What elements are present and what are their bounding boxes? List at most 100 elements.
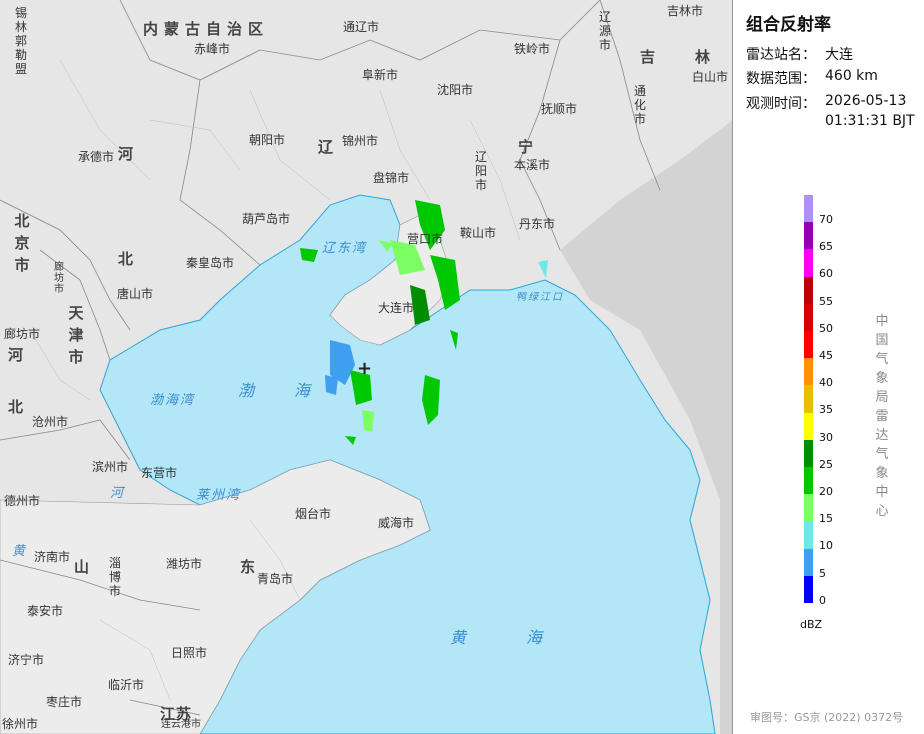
radar-map[interactable]: 内蒙古自治区 吉 林 辽 宁 河 北 北京市 天津市 河 北 山 东 江苏 锡林… — [0, 0, 733, 734]
sea-label: 黄海 — [450, 628, 603, 647]
legend-tick: 55 — [819, 294, 833, 308]
legend-tick: 15 — [819, 512, 833, 526]
legend-unit: dBZ — [800, 618, 823, 631]
river-label: 黄 — [12, 544, 28, 559]
map-credit: 审图号：GS京 (2022) 0372号 — [750, 711, 904, 724]
time-label: 观测时间： — [746, 96, 816, 112]
city-label: 潍坊市 — [166, 557, 203, 571]
product-title: 组合反射率 — [746, 15, 831, 35]
city-label: 锡林郭勒盟 — [14, 6, 27, 76]
city-label: 承德市 — [78, 150, 115, 164]
legend-tick: 35 — [819, 403, 833, 417]
city-label: 大连市 — [378, 301, 415, 315]
city-label: 枣庄市 — [46, 695, 83, 709]
city-label: 辽源市 — [598, 10, 611, 52]
station-label: 雷达站名： — [746, 47, 816, 63]
river-label: 河 — [110, 486, 126, 501]
legend-tick: 0 — [819, 593, 826, 607]
city-label: 通辽市 — [343, 20, 380, 34]
city-label: 辽阳市 — [474, 150, 487, 192]
legend-swatch — [804, 548, 813, 576]
province-label: 北京市 — [14, 212, 30, 274]
city-label: 赤峰市 — [194, 42, 231, 56]
sea-label: 辽东湾 — [322, 241, 368, 256]
legend-swatch — [804, 276, 813, 304]
sea-label: 渤海湾 — [150, 393, 196, 408]
legend-tick: 20 — [819, 485, 833, 498]
station-value: 大连 — [825, 47, 853, 63]
legend-swatch — [804, 331, 813, 359]
legend-tick: 25 — [819, 457, 833, 471]
legend-tick: 50 — [819, 321, 833, 335]
city-label: 廊坊市 — [54, 262, 64, 295]
city-label: 威海市 — [378, 516, 415, 530]
range-value: 460 km — [825, 68, 878, 84]
city-label: 泰安市 — [27, 604, 64, 618]
city-label: 营口市 — [407, 232, 444, 246]
province-label: 内蒙古自治区 — [143, 20, 270, 38]
city-label: 东营市 — [141, 466, 178, 480]
province-label: 山 — [74, 558, 96, 576]
legend-swatch — [804, 521, 813, 549]
radar-station-marker[interactable]: + — [357, 358, 372, 379]
city-label: 廊坊市 — [4, 327, 41, 341]
city-label: 吉林市 — [667, 4, 704, 18]
sea-label: 渤海 — [238, 381, 351, 400]
city-label: 盘锦市 — [373, 171, 410, 185]
agency-label: 中国气象局雷达气象中心 — [875, 314, 889, 519]
legend-swatch — [804, 439, 813, 467]
city-label: 通化市 — [633, 84, 646, 126]
legend-swatch — [804, 494, 813, 522]
legend-tick: 40 — [819, 376, 833, 390]
city-label: 丹东市 — [519, 217, 556, 231]
legend-swatch — [804, 222, 813, 250]
city-label: 唐山市 — [117, 287, 154, 301]
city-label: 葫芦岛市 — [242, 212, 291, 226]
range-label: 数据范围： — [746, 71, 816, 87]
province-label: 北 — [8, 398, 30, 416]
city-label: 徐州市 — [2, 717, 39, 731]
city-label: 阜新市 — [362, 68, 399, 82]
city-label: 铁岭市 — [514, 42, 551, 56]
legend-tick: 65 — [819, 240, 833, 254]
legend-swatch — [804, 195, 813, 223]
city-label: 本溪市 — [514, 158, 551, 172]
legend-tick: 70 — [819, 213, 833, 226]
city-label: 德州市 — [4, 494, 41, 508]
city-label: 连云港市 — [161, 719, 201, 730]
city-label: 沈阳市 — [437, 83, 474, 97]
city-label: 青岛市 — [257, 572, 294, 586]
info-panel: 组合反射率 雷达站名： 大连 数据范围： 460 km 观测时间： 2026-0… — [734, 0, 924, 734]
province-label: 吉 — [640, 48, 662, 66]
city-label: 日照市 — [171, 646, 208, 660]
legend-swatch — [804, 412, 813, 440]
city-label: 沧州市 — [32, 415, 69, 429]
city-label: 滨州市 — [92, 460, 129, 474]
city-label: 临沂市 — [108, 678, 145, 692]
legend-swatch — [804, 385, 813, 413]
city-label: 淄博市 — [108, 556, 121, 598]
province-label: 北 — [118, 250, 140, 268]
province-label: 宁 — [518, 138, 540, 156]
legend-swatch — [804, 358, 813, 386]
legend-tick: 60 — [819, 267, 833, 281]
city-label: 鞍山市 — [460, 226, 497, 240]
legend-swatch — [804, 303, 813, 331]
legend-tick: 10 — [819, 539, 833, 553]
legend-swatch — [804, 467, 813, 495]
legend-tick: 30 — [819, 430, 833, 444]
sea-label: 鸭绿江口 — [516, 292, 564, 303]
city-label: 烟台市 — [295, 507, 332, 521]
province-label: 林 — [695, 48, 717, 66]
legend-swatch — [804, 575, 813, 603]
legend-swatch — [804, 249, 813, 277]
province-label: 河 — [8, 346, 30, 364]
legend-tick: 5 — [819, 566, 826, 580]
province-label: 辽 — [318, 138, 340, 156]
city-label: 秦皇岛市 — [186, 256, 235, 270]
city-label: 济南市 — [34, 550, 71, 564]
city-label: 白山市 — [692, 70, 729, 84]
city-label: 朝阳市 — [249, 133, 286, 147]
time-clock: 01:31:31 BJT — [825, 113, 915, 129]
legend-tick: 45 — [819, 349, 833, 362]
